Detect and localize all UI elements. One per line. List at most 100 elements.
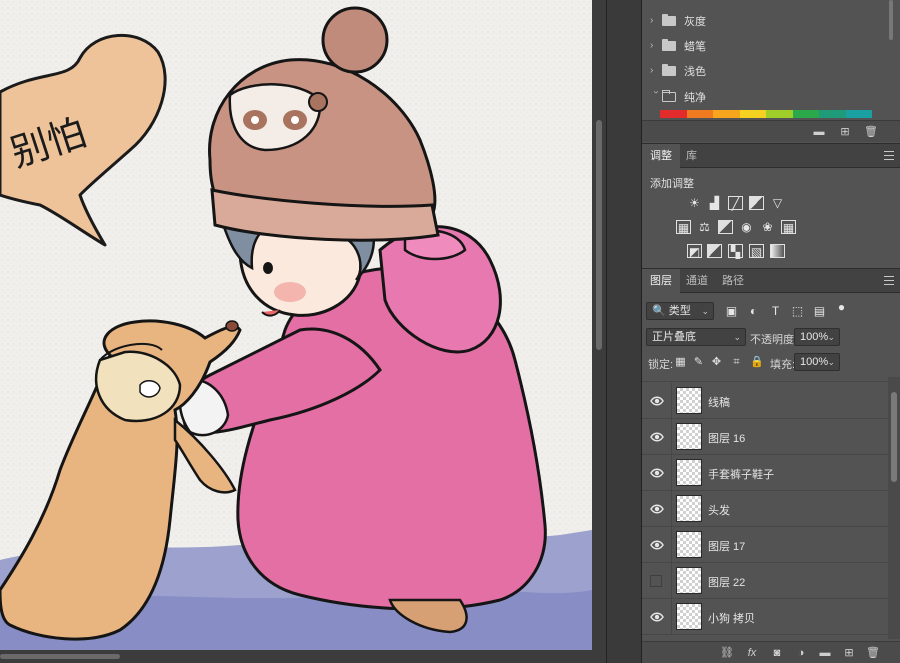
swatch-group-light[interactable]: › 浅色 (642, 58, 882, 83)
visibility-toggle[interactable] (642, 383, 672, 419)
tab-layers[interactable]: 图层 (642, 269, 680, 293)
layer-name[interactable]: 图层 22 (708, 574, 745, 590)
exposure-icon[interactable] (749, 196, 764, 210)
swatch-group-grayscale[interactable]: › 灰度 (642, 8, 882, 33)
fill-input[interactable]: 100% ⌄ (794, 353, 840, 371)
scroll-thumb[interactable] (889, 0, 893, 40)
posterize-icon[interactable] (707, 244, 722, 258)
color-balance-icon[interactable]: ⚖ (697, 220, 712, 234)
chevron-right-icon[interactable]: › (650, 65, 662, 76)
scroll-thumb[interactable] (596, 120, 602, 350)
group-icon[interactable]: ▬ (818, 647, 832, 659)
visibility-toggle[interactable] (642, 491, 672, 527)
gradient-map-icon[interactable] (770, 244, 785, 258)
black-white-icon[interactable] (718, 220, 733, 234)
filter-pixel-icon[interactable]: ▣ (724, 304, 739, 318)
selective-color-icon[interactable]: ▧ (749, 244, 764, 259)
tab-channels[interactable]: 通道 (678, 269, 716, 293)
opacity-input[interactable]: 100% ⌄ (794, 328, 840, 346)
swatch-group-pure[interactable]: › 纯净 (642, 84, 882, 109)
swatch-color[interactable] (713, 110, 740, 118)
mask-icon[interactable]: ◙ (770, 647, 784, 659)
layer-row[interactable]: 图层 22 (642, 563, 888, 599)
filter-smart-object-icon[interactable]: ▤ (812, 304, 827, 318)
visibility-toggle[interactable] (642, 599, 672, 635)
layer-row[interactable]: 图层 16 (642, 419, 888, 455)
tab-adjustments[interactable]: 调整 (642, 144, 680, 168)
layer-name[interactable]: 手套裤子鞋子 (708, 466, 774, 482)
layer-name[interactable]: 小狗 拷贝 (708, 610, 755, 626)
lock-all-icon[interactable]: 🔒 (750, 356, 764, 369)
delete-icon[interactable]: 🗑 (864, 126, 878, 138)
tab-libraries[interactable]: 库 (678, 144, 705, 168)
vibrance-icon[interactable]: ▽ (770, 196, 785, 210)
blend-mode-select[interactable]: 正片叠底 ⌄ (646, 328, 746, 346)
new-layer-icon[interactable]: ⊞ (842, 647, 856, 659)
link-icon[interactable]: ⛓ (720, 647, 734, 659)
layers-scrollbar[interactable] (888, 377, 900, 639)
invert-icon[interactable]: ◩ (687, 244, 702, 259)
lock-position-icon[interactable]: ✥ (710, 356, 723, 369)
swatch-color[interactable] (686, 110, 713, 118)
layer-name[interactable]: 头发 (708, 502, 730, 518)
brightness-icon[interactable]: ☀ (687, 196, 702, 210)
new-group-icon[interactable]: ▬ (812, 126, 826, 138)
chevron-right-icon[interactable]: › (650, 40, 662, 51)
swatch-color[interactable] (792, 110, 819, 118)
photo-filter-icon[interactable]: ◉ (739, 220, 754, 234)
filter-adjustment-icon[interactable]: ◐ (746, 304, 761, 318)
layers-list[interactable]: 线稿图层 16 手套裤子鞋子 头发图层 17 图层 22 小狗 拷贝 (642, 377, 888, 639)
lock-transparent-icon[interactable]: ▦ (674, 356, 687, 369)
tab-paths[interactable]: 路径 (714, 269, 752, 293)
layer-row[interactable]: 图层 17 (642, 527, 888, 563)
layer-row[interactable]: 手套裤子鞋子 (642, 455, 888, 491)
scroll-thumb[interactable] (0, 654, 120, 659)
hue-saturation-icon[interactable]: ▦ (676, 220, 691, 235)
chevron-down-icon[interactable]: ⌄ (827, 329, 835, 345)
fx-icon[interactable]: fx (745, 647, 759, 659)
filter-type-icon[interactable]: T (768, 304, 783, 318)
swatch-color[interactable] (739, 110, 766, 118)
lock-image-icon[interactable]: ✎ (692, 356, 705, 369)
panel-menu-icon[interactable] (884, 151, 894, 160)
panel-divider[interactable] (606, 0, 642, 663)
layer-row[interactable]: 小狗 拷贝 (642, 599, 888, 635)
scroll-thumb[interactable] (891, 392, 897, 482)
filter-shape-icon[interactable]: ⬚ (790, 304, 805, 318)
visibility-toggle[interactable] (642, 527, 672, 563)
layer-row[interactable]: 头发 (642, 491, 888, 527)
filter-toggle-icon[interactable]: ● (834, 300, 849, 314)
swatch-strip[interactable] (660, 110, 872, 118)
layer-name[interactable]: 图层 16 (708, 430, 745, 446)
visibility-toggle[interactable] (642, 563, 672, 599)
new-swatch-icon[interactable]: ⊞ (838, 126, 852, 138)
adjustment-icon[interactable]: ◑ (794, 647, 808, 659)
document-canvas[interactable]: 别怕 (0, 0, 592, 650)
swatch-color[interactable] (660, 110, 687, 118)
layer-name[interactable]: 图层 17 (708, 538, 745, 554)
channel-mixer-icon[interactable]: ❀ (760, 220, 775, 234)
chevron-down-icon[interactable]: › (651, 91, 662, 103)
swatches-scrollbar[interactable] (886, 0, 896, 120)
chevron-down-icon[interactable]: ⌄ (827, 354, 835, 370)
swatch-color[interactable] (845, 110, 872, 118)
visibility-toggle[interactable] (642, 455, 672, 491)
swatch-group-label: 蜡笔 (684, 40, 706, 53)
layer-name[interactable]: 线稿 (708, 394, 730, 410)
canvas-vertical-scrollbar[interactable] (592, 0, 606, 650)
levels-icon[interactable]: ▟ (707, 196, 722, 210)
color-lookup-icon[interactable]: ▦ (781, 220, 796, 235)
layer-filter-select[interactable]: 🔍 类型 ⌄ (646, 302, 714, 320)
delete-icon[interactable]: 🗑 (866, 647, 880, 659)
visibility-toggle[interactable] (642, 419, 672, 455)
threshold-icon[interactable]: ▚ (728, 244, 743, 259)
panel-menu-icon[interactable] (884, 276, 894, 285)
layer-row[interactable]: 线稿 (642, 383, 888, 419)
swatch-color[interactable] (819, 110, 846, 118)
chevron-right-icon[interactable]: › (650, 15, 662, 26)
curves-icon[interactable]: ╱ (728, 196, 743, 211)
swatch-group-crayon[interactable]: › 蜡笔 (642, 33, 882, 58)
swatch-color[interactable] (766, 110, 793, 118)
canvas-horizontal-scrollbar[interactable] (0, 650, 606, 663)
lock-artboard-icon[interactable]: ⌗ (730, 356, 743, 369)
